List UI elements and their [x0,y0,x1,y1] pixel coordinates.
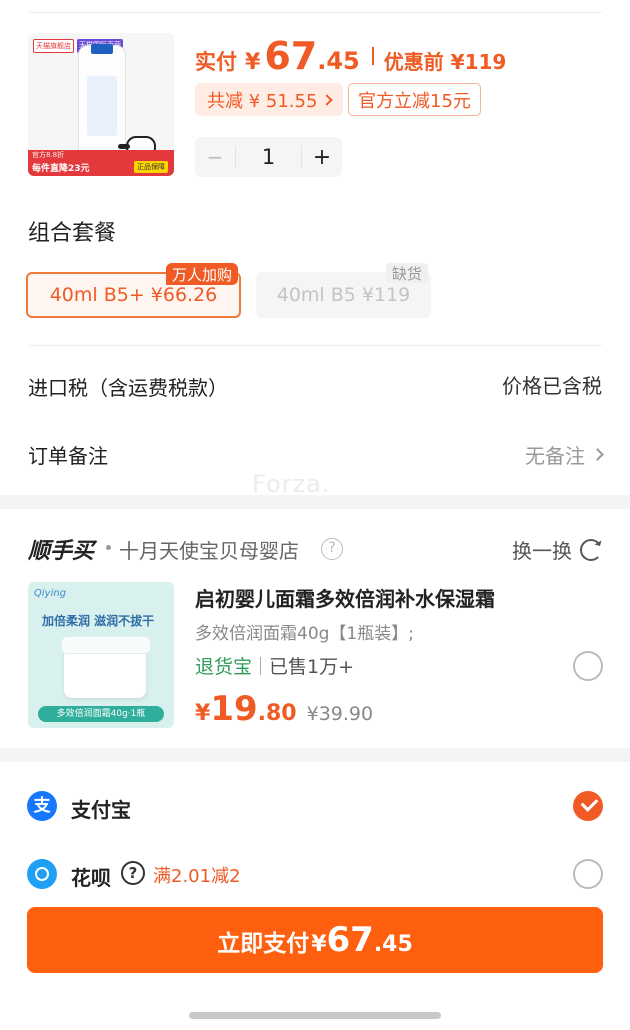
thumb-promo-line1: 官方8.8折 [32,151,65,159]
chevron-right-icon [321,93,334,106]
price-decimal: .45 [317,47,360,75]
alipay-label: 支付宝 [71,798,131,822]
combo-option-label: 40ml B5+ ¥66.26 [49,284,218,306]
import-tax-value-text: 价格已含税 [502,374,602,398]
actual-price-line: 实付 ¥ 67 .45 优惠前 ¥119 [195,34,506,78]
currency-symbol: ¥ [311,932,327,957]
out-of-stock-badge: 缺货 [386,263,429,283]
amount-decimal: .45 [373,932,413,957]
import-tax-value: 价格已含税 [502,370,602,399]
alipay-radio[interactable] [573,791,603,821]
addon-product-title[interactable]: 启初婴儿面霜多效倍润补水保湿霜 [195,583,495,612]
thumb-promo-line2: 每件直降23元 [32,164,90,174]
huabei-promo: 满2.01减2 [153,866,241,887]
currency-symbol: ¥ [195,701,211,726]
pay-now-button[interactable]: 立即支付 ¥ 67 .45 [27,907,603,973]
addon-select-radio[interactable] [573,651,603,681]
cream-caption: 多效倍润面霜40g·1瓶 [38,706,164,722]
official-discount-tag: 官方立减15元 [348,83,481,116]
popular-badge: 万人加购 [166,263,239,285]
tag-separator [260,656,262,675]
price-integer: 19 [210,689,258,729]
combo-option-label: 40ml B5 ¥119 [276,284,411,306]
section-gap [0,748,630,762]
huabei-label: 花呗 [71,866,111,890]
help-icon[interactable]: ? [321,538,343,560]
return-insurance-tag: 退货宝 [195,656,253,678]
thumb-authentic-badge: 正品保障 [134,161,168,173]
pay-now-label: 立即支付 [217,931,310,957]
swap-label: 换一换 [512,539,572,563]
cream-jar-graphic [61,636,151,698]
product-image[interactable]: 天猫旗舰店 天猫国际直营 官方8.8折 每件直降23元 正品保障 [28,33,174,176]
addon-product-tags: 退货宝 已售1万+ [195,652,354,679]
total-discount-label: 共减 ¥ 51.55 [207,90,318,112]
home-indicator[interactable] [189,1012,441,1019]
addon-product-image[interactable]: Qiying 加倍柔润 滋润不拔干 多效倍润面霜40g·1瓶 [28,582,174,728]
order-note-value: 无备注 [525,444,585,468]
quantity-value[interactable]: 1 [235,146,302,168]
price-separator [371,47,374,65]
watermark: Forza. [252,470,331,498]
official-discount-label: 官方立减15元 [358,90,471,112]
price-before-discount: 优惠前 ¥119 [383,50,507,74]
huabei-icon [27,859,57,889]
huabei-radio[interactable] [573,859,603,889]
amount-integer: 67 [326,920,374,960]
price-integer: 67 [264,34,318,78]
help-icon[interactable]: ? [121,861,145,885]
order-note-button[interactable]: 无备注 [525,440,604,469]
currency-symbol: ¥ [245,50,261,75]
addon-product-spec: 多效倍润面霜40g【1瓶装】; [195,624,414,644]
cream-slogan: 加倍柔润 滋润不拔干 [42,614,155,628]
quantity-stepper: − 1 + [195,137,342,177]
shop-name: 十月天使宝贝母婴店 [119,539,299,563]
actual-pay-label: 实付 [195,50,237,74]
section-divider [28,345,602,346]
refresh-icon [580,538,602,561]
order-note-label: 订单备注 [28,444,108,468]
import-tax-label: 进口税（含运费税款） [28,376,228,400]
cream-brand-logo: Qiying [34,588,67,599]
section-gap [0,495,630,509]
combo-title: 组合套餐 [28,221,117,246]
swap-button[interactable]: 换一换 [512,535,602,564]
chevron-right-icon [591,448,604,461]
thumb-tag-flagship: 天猫旗舰店 [33,39,74,53]
top-divider [28,12,602,13]
product-tube-graphic [78,44,126,157]
original-price: ¥39.90 [306,703,374,725]
alipay-icon: 支 [27,791,57,821]
increment-button[interactable]: + [302,145,342,170]
price-decimal: .80 [257,701,297,726]
decrement-button[interactable]: − [195,145,235,169]
shunshoumai-logo: 顺手买 [28,539,95,564]
sold-count: 已售1万+ [269,656,355,678]
addon-product-price: ¥ 19 .80 ¥39.90 [195,689,373,729]
dot-separator [106,545,111,550]
total-discount-button[interactable]: 共减 ¥ 51.55 [195,83,344,116]
